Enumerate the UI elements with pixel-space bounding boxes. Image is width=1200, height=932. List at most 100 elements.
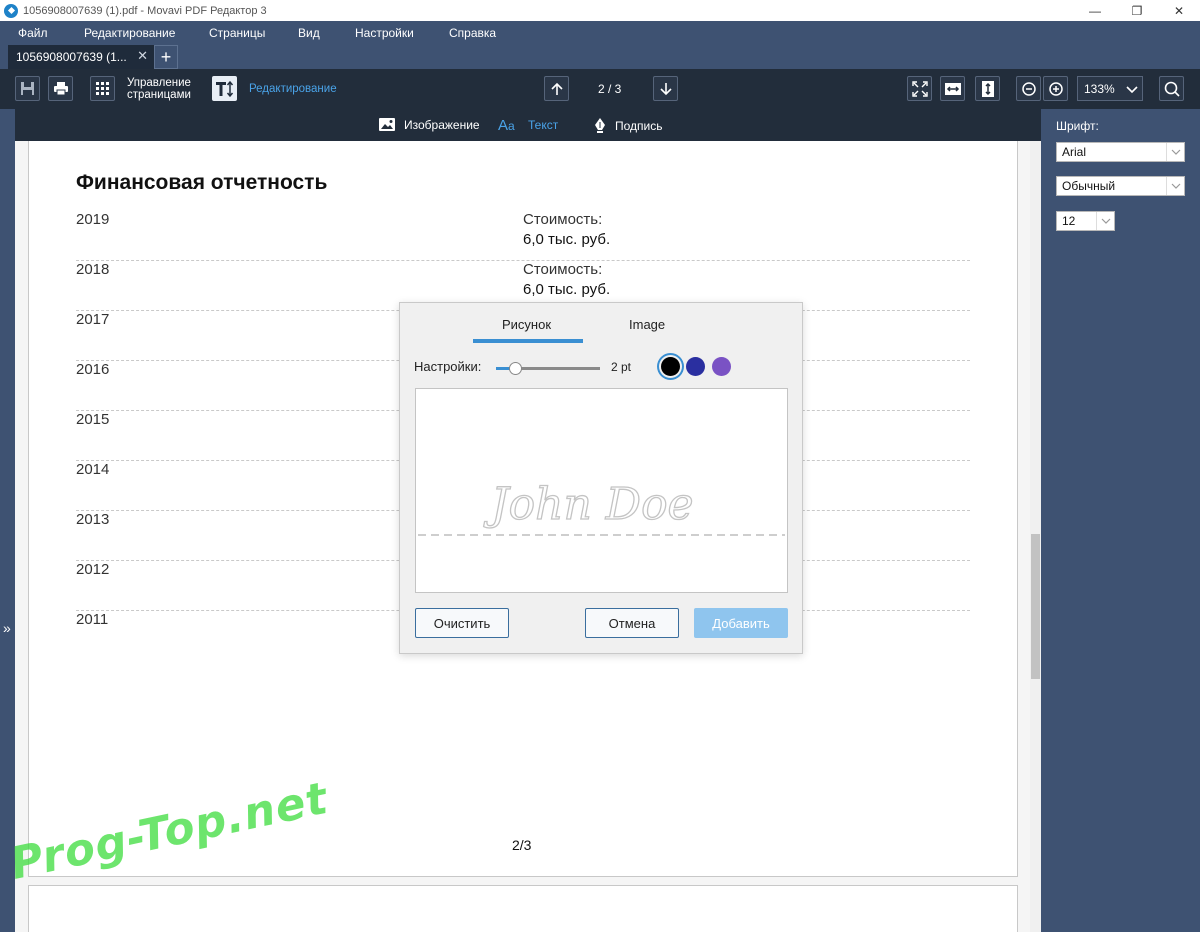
menu-view[interactable]: Вид [298,26,320,40]
zoom-select[interactable]: 133% [1077,76,1143,101]
row-cost-value: 6,0 тыс. руб. [523,281,611,298]
vertical-scrollbar[interactable] [1030,141,1041,932]
zoom-in-button[interactable] [1043,76,1068,101]
font-heading: Шрифт: [1056,119,1099,133]
save-button[interactable] [15,76,40,101]
left-panel-collapsed: » [0,109,15,932]
thickness-value: 2 pt [611,360,632,374]
font-size-select[interactable]: 12 [1056,211,1115,231]
printer-icon [53,82,68,96]
fit-page-button[interactable] [907,76,932,101]
text-tool-icon: Aa [498,117,515,132]
fit-width-icon [944,82,961,95]
restore-button[interactable]: ❐ [1116,0,1158,21]
edit-mode-label[interactable]: Редактирование [249,83,337,95]
app-logo-icon [4,3,18,18]
close-button[interactable]: ✕ [1158,0,1200,21]
fit-height-button[interactable] [975,76,1000,101]
table-row: 2019 Стоимость: 6,0 тыс. руб. [76,211,970,261]
edit-mode-button[interactable] [212,76,237,101]
search-icon [1164,81,1180,97]
row-year: 2014 [76,461,110,478]
menu-pages[interactable]: Страницы [209,26,265,40]
row-cost-label: Стоимость: [523,261,603,278]
scrollbar-thumb[interactable] [1031,534,1040,679]
save-icon [21,82,34,95]
signature-tool-label: Подпись [615,118,663,133]
document-heading: Финансовая отчетность [76,171,328,194]
menu-bar: Файл Редактирование Страницы Вид Настрой… [0,21,1200,44]
signature-dialog: Рисунок Image Настройки: 2 pt John Doe О… [399,302,803,654]
search-button[interactable] [1159,76,1184,101]
manage-pages-label[interactable]: Управление страницами [127,77,191,101]
menu-edit[interactable]: Редактирование [84,26,175,40]
previous-page-button[interactable] [544,76,569,101]
document-tab[interactable]: 1056908007639 (1... ✕ [8,45,155,69]
fit-height-icon [981,80,994,97]
row-year: 2018 [76,261,110,278]
title-bar: 1056908007639 (1).pdf - Movavi PDF Редак… [0,0,1200,21]
image-icon [379,118,395,131]
cancel-button[interactable]: Отмена [585,608,679,638]
fit-width-button[interactable] [940,76,965,101]
row-year: 2019 [76,211,110,228]
text-tool[interactable]: Aa Текст [498,117,558,132]
zoom-out-button[interactable] [1016,76,1041,101]
edit-subtoolbar: Изображение Aa Текст Подпись [15,109,1041,141]
zoom-in-icon [1048,81,1063,96]
minimize-button[interactable]: — [1074,0,1116,21]
menu-file[interactable]: Файл [18,26,48,40]
color-swatch-blue[interactable] [686,357,705,376]
font-size-value: 12 [1062,214,1076,228]
image-tool-label: Изображение [404,117,480,132]
print-button[interactable] [48,76,73,101]
menu-settings[interactable]: Настройки [355,26,414,40]
tab-draw[interactable]: Рисунок [502,317,551,332]
add-signature-button[interactable]: Добавить [694,608,788,638]
chevron-down-icon [1096,212,1114,230]
next-pdf-page [28,885,1018,932]
text-tool-label: Текст [528,117,559,132]
properties-panel: Шрифт: Arial Обычный 12 [1041,109,1200,932]
color-swatch-purple[interactable] [712,357,731,376]
expand-sidebar-icon[interactable]: » [3,620,11,636]
clear-button[interactable]: Очистить [415,608,509,638]
tab-image[interactable]: Image [629,317,665,332]
font-style-select[interactable]: Обычный [1056,176,1185,196]
manage-pages-line2: страницами [127,89,191,101]
insert-image-tool[interactable]: Изображение [378,117,480,132]
manage-pages-button[interactable] [90,76,115,101]
document-tab-label: 1056908007639 (1... [16,50,127,64]
signature-preview-text: John Doe [483,479,694,530]
drawn-signature: John Doe [418,478,785,536]
page-indicator: 2 / 3 [598,82,622,96]
add-tab-button[interactable]: + [154,45,178,69]
row-cost-label: Стоимость: [523,211,603,228]
window-controls: — ❐ ✕ [1074,0,1200,21]
active-tab-indicator [473,339,583,343]
signature-tool[interactable]: Подпись [593,117,663,134]
grid-icon [96,82,109,95]
color-swatch-black[interactable] [661,357,680,376]
manage-pages-line1: Управление [127,77,191,89]
fit-page-icon [911,80,928,97]
row-year: 2011 [76,611,109,628]
row-year: 2015 [76,411,110,428]
zoom-out-icon [1021,81,1036,96]
font-style-value: Обычный [1062,179,1116,193]
chevron-down-icon [1126,86,1138,94]
window-title: 1056908007639 (1).pdf - Movavi PDF Редак… [23,4,267,17]
menu-help[interactable]: Справка [449,26,496,40]
row-year: 2013 [76,511,110,528]
thickness-slider-thumb[interactable] [509,362,522,375]
text-edit-icon [215,80,233,97]
font-family-select[interactable]: Arial [1056,142,1185,162]
main-toolbar: Управление страницами Редактирование 2 /… [0,69,1200,109]
signature-canvas[interactable]: John Doe [415,388,788,593]
tab-bar: 1056908007639 (1... ✕ + [0,44,1200,69]
arrow-down-icon [659,82,672,95]
close-tab-icon[interactable]: ✕ [137,48,148,64]
row-year: 2016 [76,361,110,378]
row-cost-value: 6,0 тыс. руб. [523,231,611,248]
next-page-button[interactable] [653,76,678,101]
